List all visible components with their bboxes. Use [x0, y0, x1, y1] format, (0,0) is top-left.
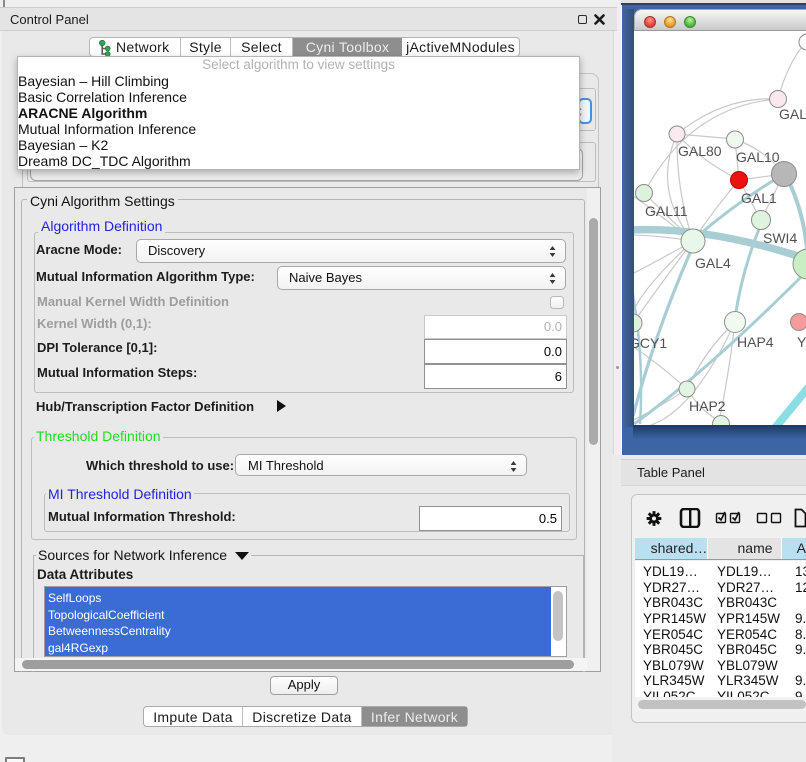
svg-text:GAL80: GAL80	[678, 143, 722, 159]
svg-text:GAL1: GAL1	[741, 190, 777, 206]
svg-text:HAP4: HAP4	[737, 334, 774, 350]
svg-text:Y: Y	[797, 334, 806, 350]
svg-text:GAL10: GAL10	[736, 149, 780, 165]
svg-text:HAP2: HAP2	[689, 398, 726, 414]
svg-text:SWI4: SWI4	[763, 230, 797, 246]
svg-text:GAL: GAL	[779, 106, 806, 122]
svg-text:GCY1: GCY1	[634, 335, 667, 351]
svg-text:GAL11: GAL11	[645, 203, 688, 219]
svg-text:GAL4: GAL4	[695, 255, 731, 271]
